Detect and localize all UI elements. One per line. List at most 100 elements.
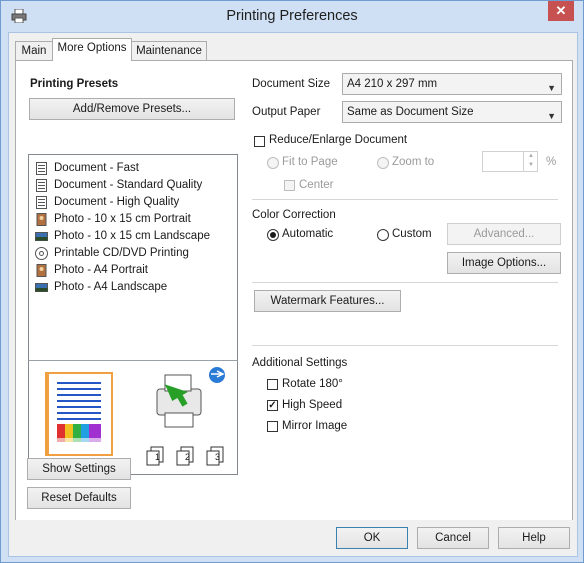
output-paper-select[interactable]: Same as Document Size ▼	[342, 101, 562, 123]
more-options-panel: Printing Presets Add/Remove Presets... D…	[15, 60, 573, 522]
center-label: Center	[299, 179, 334, 191]
reset-defaults-label: Reset Defaults	[41, 492, 117, 504]
tab-maintenance[interactable]: Maintenance	[131, 41, 207, 61]
zoom-spinner[interactable]: ▲ ▼	[523, 152, 538, 171]
advanced-button[interactable]: Advanced...	[447, 223, 561, 245]
output-paper-value: Same as Document Size	[347, 106, 474, 118]
document-icon	[36, 196, 47, 209]
copy-icon: 2	[176, 446, 196, 466]
close-button[interactable]: ✕	[548, 1, 574, 21]
additional-settings-heading: Additional Settings	[252, 357, 348, 369]
output-paper-label: Output Paper	[252, 106, 321, 118]
mirror-image-checkbox[interactable]	[267, 421, 278, 432]
preset-label: Photo - A4 Landscape	[54, 281, 168, 293]
tab-maintenance-label: Maintenance	[136, 45, 202, 57]
list-item[interactable]: Document - Standard Quality	[35, 178, 230, 195]
custom-radio[interactable]	[377, 229, 389, 241]
divider	[252, 282, 558, 283]
center-checkbox[interactable]	[284, 180, 295, 191]
cancel-label: Cancel	[435, 532, 471, 544]
photo-landscape-icon	[35, 232, 48, 241]
high-speed-checkbox[interactable]: ✓	[267, 400, 278, 411]
preset-label: Document - Standard Quality	[54, 179, 203, 191]
zoom-to-radio[interactable]	[377, 157, 389, 169]
high-speed-label: High Speed	[282, 399, 343, 411]
photo-portrait-icon	[36, 264, 47, 277]
document-size-value: A4 210 x 297 mm	[347, 78, 438, 90]
fit-to-page-label: Fit to Page	[282, 156, 338, 168]
divider	[252, 345, 558, 346]
printing-preferences-window: Printing Preferences ✕ Main More Options…	[0, 0, 584, 563]
list-item[interactable]: Document - Fast	[35, 161, 230, 178]
preset-label: Printable CD/DVD Printing	[54, 247, 189, 259]
preset-label: Photo - A4 Portrait	[54, 264, 148, 276]
checkmark-icon: ✓	[268, 400, 277, 411]
copy-icon: 3	[206, 446, 226, 466]
copy-icon: 1	[146, 446, 166, 466]
list-item[interactable]: Photo - 10 x 15 cm Landscape	[35, 229, 230, 246]
image-options-label: Image Options...	[461, 257, 547, 269]
watermark-features-button[interactable]: Watermark Features...	[254, 290, 401, 312]
help-button[interactable]: Help	[498, 527, 570, 549]
printing-presets-heading: Printing Presets	[30, 78, 119, 90]
automatic-label: Automatic	[282, 228, 334, 240]
chevron-down-icon: ▼	[547, 111, 556, 121]
help-label: Help	[522, 532, 546, 544]
show-settings-label: Show Settings	[42, 463, 116, 475]
cancel-button[interactable]: Cancel	[417, 527, 489, 549]
dialog-client-area: Main More Options Maintenance Printing P…	[8, 32, 578, 557]
list-item[interactable]: Printable CD/DVD Printing	[35, 246, 230, 263]
add-remove-presets-label: Add/Remove Presets...	[72, 103, 192, 115]
rotate-180-label: Rotate 180°	[282, 378, 343, 390]
chevron-down-icon: ▼	[547, 83, 556, 93]
add-remove-presets-button[interactable]: Add/Remove Presets...	[29, 98, 235, 120]
preset-label: Photo - 10 x 15 cm Portrait	[54, 213, 191, 225]
percent-label: %	[546, 156, 557, 168]
custom-label: Custom	[392, 228, 432, 240]
fit-to-page-radio[interactable]	[267, 157, 279, 169]
cd-icon	[35, 247, 48, 260]
dialog-footer	[9, 520, 577, 556]
printer-illustration-icon	[156, 367, 225, 428]
tab-more-options-label: More Options	[57, 42, 127, 54]
spin-up-icon[interactable]: ▲	[524, 152, 538, 161]
preset-label: Document - High Quality	[54, 196, 180, 208]
photo-portrait-icon	[36, 213, 47, 226]
image-options-button[interactable]: Image Options...	[447, 252, 561, 274]
ok-label: OK	[363, 532, 381, 544]
automatic-radio[interactable]	[267, 229, 279, 241]
spin-down-icon[interactable]: ▼	[524, 161, 538, 170]
title-bar[interactable]: Printing Preferences ✕	[1, 1, 583, 32]
divider	[252, 199, 558, 200]
window-title: Printing Preferences	[226, 8, 358, 24]
presets-list[interactable]: Document - Fast Document - Standard Qual…	[28, 154, 238, 362]
watermark-features-label: Watermark Features...	[270, 295, 385, 307]
radio-selected-dot	[270, 232, 276, 238]
close-icon: ✕	[555, 3, 567, 18]
color-correction-heading: Color Correction	[252, 209, 336, 221]
list-item[interactable]: Photo - A4 Landscape	[35, 280, 230, 297]
preset-label: Document - Fast	[54, 162, 139, 174]
tab-main[interactable]: Main	[15, 41, 53, 61]
tab-more-options[interactable]: More Options	[52, 38, 132, 61]
ok-button[interactable]: OK	[336, 527, 408, 549]
preset-label: Photo - 10 x 15 cm Landscape	[54, 230, 210, 242]
rotate-180-checkbox[interactable]	[267, 379, 278, 390]
reduce-enlarge-label: Reduce/Enlarge Document	[269, 134, 408, 146]
copy-number: 2	[185, 452, 191, 462]
document-icon	[36, 179, 47, 192]
zoom-to-label: Zoom to	[392, 156, 435, 168]
list-item[interactable]: Photo - A4 Portrait	[35, 263, 230, 280]
list-item[interactable]: Photo - 10 x 15 cm Portrait	[35, 212, 230, 229]
tab-main-label: Main	[21, 45, 47, 57]
copy-number: 3	[215, 452, 221, 462]
document-icon	[36, 162, 47, 175]
reset-defaults-button[interactable]: Reset Defaults	[27, 487, 131, 509]
show-settings-button[interactable]: Show Settings	[27, 458, 131, 480]
page-preview-icon	[45, 372, 113, 456]
photo-landscape-icon	[35, 283, 48, 292]
reduce-enlarge-checkbox[interactable]	[254, 136, 265, 147]
document-size-select[interactable]: A4 210 x 297 mm ▼	[342, 73, 562, 95]
mirror-image-label: Mirror Image	[282, 420, 348, 432]
list-item[interactable]: Document - High Quality	[35, 195, 230, 212]
